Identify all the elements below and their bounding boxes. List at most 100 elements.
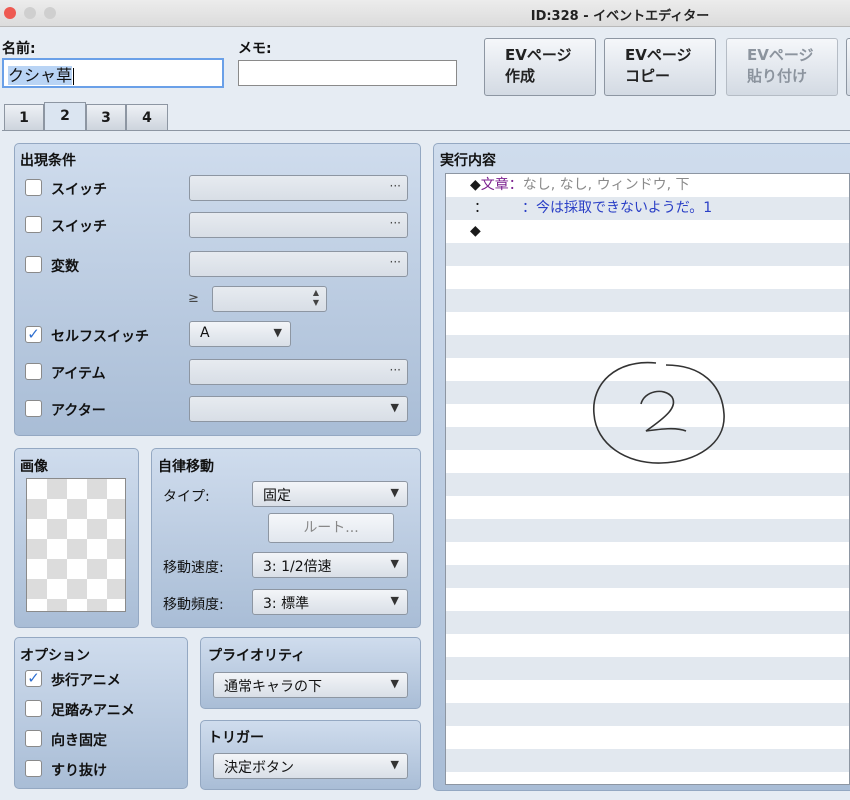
switch2-label: スイッチ [51, 219, 107, 235]
chevron-down-icon: ▼ [390, 486, 399, 499]
variable-checkbox[interactable] [25, 256, 42, 273]
button-line1: EVページ [625, 46, 692, 64]
command-bullet: ： [474, 200, 488, 216]
zoom-window-icon[interactable] [44, 7, 56, 19]
ellipsis-icon: ··· [389, 179, 401, 193]
through-checkbox[interactable] [25, 760, 42, 777]
command-bullet: ◆ [470, 177, 481, 193]
button-line1: EVページ [505, 46, 572, 64]
switch1-field[interactable]: ··· [189, 175, 408, 201]
self-switch-dropdown[interactable]: A ▼ [189, 321, 291, 347]
ev-page-create-button[interactable]: EVページ 作成 [484, 38, 596, 96]
chevron-down-icon: ▼ [390, 677, 399, 690]
tab-page-1[interactable]: 1 [4, 104, 44, 130]
direction-fix-checkbox[interactable] [25, 730, 42, 747]
stepper-arrows-icon[interactable]: ▲ ▼ [313, 288, 319, 308]
move-type-dropdown[interactable]: 固定 ▼ [252, 481, 408, 507]
trigger-dropdown[interactable]: 決定ボタン ▼ [213, 753, 408, 779]
actor-checkbox[interactable] [25, 400, 42, 417]
image-title: 画像 [20, 459, 48, 475]
item-label: アイテム [51, 366, 106, 382]
move-speed-value: 3: 1/2倍速 [263, 559, 332, 575]
chevron-down-icon: ▼ [390, 758, 399, 771]
variable-label: 変数 [51, 259, 79, 275]
self-switch-label: セルフスイッチ [51, 329, 149, 345]
command-separator: ： [508, 177, 523, 193]
trigger-title: トリガー [208, 730, 264, 746]
command-row[interactable]: ◆ [446, 220, 849, 243]
tab-divider [2, 130, 850, 131]
priority-title: プライオリティ [208, 648, 306, 664]
command-row[interactable]: ◆文章：なし, なし, ウィンドウ, 下 [446, 174, 849, 197]
window-title: ID:328 - イベントエディター [530, 9, 710, 24]
conditions-title: 出現条件 [20, 153, 76, 169]
step-anime-checkbox[interactable] [25, 700, 42, 717]
command-bullet: ◆ [470, 223, 481, 239]
variable-field[interactable]: ··· [189, 251, 408, 277]
actor-dropdown[interactable]: ▼ [189, 396, 408, 422]
move-frequency-label: 移動頻度: [163, 597, 224, 613]
contents-title: 実行内容 [440, 153, 496, 169]
memo-input[interactable] [238, 60, 457, 86]
name-label: 名前: [2, 41, 36, 57]
walk-anime-label: 歩行アニメ [51, 673, 121, 689]
chevron-down-icon: ▼ [390, 401, 399, 414]
ev-page-paste-button[interactable]: EVページ 貼り付け [726, 38, 838, 96]
variable-value-stepper[interactable]: ▲ ▼ [212, 286, 327, 312]
switch1-label: スイッチ [51, 182, 107, 198]
command-list[interactable]: ◆文章：なし, なし, ウィンドウ, 下 ：：今は採取できないようだ。1 ◆ [445, 173, 850, 785]
ev-page-copy-button[interactable]: EVページ コピー [604, 38, 716, 96]
move-speed-label: 移動速度: [163, 560, 224, 576]
button-line2: 貼り付け [747, 67, 808, 85]
ev-page-delete-button[interactable] [846, 38, 850, 96]
button-line2: コピー [625, 67, 671, 85]
step-anime-label: 足踏みアニメ [51, 703, 135, 719]
close-window-icon[interactable] [4, 7, 16, 19]
ellipsis-icon: ··· [389, 216, 401, 230]
button-line1: EVページ [747, 46, 814, 64]
button-line2: 作成 [505, 67, 536, 85]
autonomous-move-title: 自律移動 [158, 459, 214, 475]
geq-symbol: ≥ [188, 291, 199, 306]
self-switch-checkbox[interactable]: ✓ [25, 326, 42, 343]
options-title: オプション [20, 648, 90, 664]
move-speed-dropdown[interactable]: 3: 1/2倍速 ▼ [252, 552, 408, 578]
command-separator: ： [522, 200, 536, 216]
self-switch-value: A [200, 325, 210, 341]
text-cursor [73, 68, 75, 85]
item-field[interactable]: ··· [189, 359, 408, 385]
ellipsis-icon: ··· [389, 255, 401, 269]
memo-label: メモ: [238, 41, 272, 57]
name-input[interactable]: クシャ草 [2, 58, 224, 88]
direction-fix-label: 向き固定 [51, 733, 107, 749]
switch2-field[interactable]: ··· [189, 212, 408, 238]
switch1-checkbox[interactable] [25, 179, 42, 196]
walk-anime-checkbox[interactable]: ✓ [25, 670, 42, 687]
switch2-checkbox[interactable] [25, 216, 42, 233]
command-name: 文章 [480, 177, 509, 193]
move-route-button[interactable]: ルート... [268, 513, 394, 543]
command-params: なし, なし, ウィンドウ, 下 [522, 177, 690, 193]
message-text: 今は採取できないようだ。1 [536, 200, 713, 216]
priority-dropdown[interactable]: 通常キャラの下 ▼ [213, 672, 408, 698]
chevron-down-icon: ▼ [273, 326, 282, 339]
chevron-down-icon: ▼ [390, 594, 399, 607]
move-frequency-value: 3: 標準 [263, 596, 310, 612]
trigger-value: 決定ボタン [224, 760, 294, 776]
move-type-label: タイプ: [163, 489, 210, 505]
ellipsis-icon: ··· [389, 363, 401, 377]
command-row[interactable]: ：：今は採取できないようだ。1 [446, 197, 849, 220]
name-value: クシャ草 [8, 66, 73, 85]
event-image-preview[interactable] [26, 478, 126, 612]
item-checkbox[interactable] [25, 363, 42, 380]
chevron-down-icon: ▼ [390, 557, 399, 570]
through-label: すり抜け [51, 763, 107, 779]
tab-page-3[interactable]: 3 [86, 104, 126, 130]
tab-page-2[interactable]: 2 [44, 102, 86, 130]
move-type-value: 固定 [263, 488, 291, 504]
actor-label: アクター [51, 403, 106, 419]
minimize-window-icon[interactable] [24, 7, 36, 19]
tab-page-4[interactable]: 4 [126, 104, 168, 130]
handwritten-page-number-annotation [593, 361, 725, 464]
move-frequency-dropdown[interactable]: 3: 標準 ▼ [252, 589, 408, 615]
